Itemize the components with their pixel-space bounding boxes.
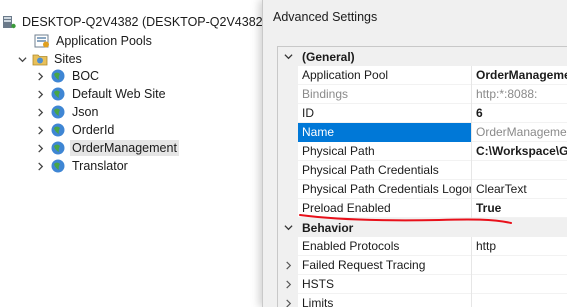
chevron-right-icon[interactable] xyxy=(34,139,46,157)
prop-value[interactable]: OrderManageme xyxy=(472,66,567,85)
site-label: Translator xyxy=(72,159,128,173)
prop-hsts[interactable]: HSTS xyxy=(278,274,567,294)
globe-icon xyxy=(50,140,66,156)
prop-value[interactable]: http xyxy=(472,237,567,256)
tree-row-server[interactable]: DESKTOP-Q2V4382 (DESKTOP-Q2V4382\CBI xyxy=(2,13,262,31)
prop-failed-request-tracing[interactable]: Failed Request Tracing xyxy=(278,255,567,275)
sites-folder-icon xyxy=(32,51,48,67)
red-underline-annotation xyxy=(299,214,512,224)
prop-name: Failed Request Tracing xyxy=(298,255,472,275)
prop-application-pool[interactable]: Application Pool OrderManageme xyxy=(278,65,567,85)
tree-row-sites[interactable]: Sites xyxy=(16,50,84,68)
chevron-right-icon[interactable] xyxy=(278,255,298,275)
globe-icon xyxy=(50,122,66,138)
prop-value[interactable]: C:\Workspace\G xyxy=(472,142,567,161)
prop-enabled-protocols[interactable]: Enabled Protocols http xyxy=(278,236,567,256)
chevron-down-icon[interactable] xyxy=(278,47,298,66)
tree-row-site-selected[interactable]: OrderManagement xyxy=(34,139,179,157)
server-icon xyxy=(2,14,16,30)
prop-value[interactable]: OrderManagemen xyxy=(472,123,567,142)
chevron-right-icon[interactable] xyxy=(34,121,46,139)
prop-name: HSTS xyxy=(298,274,472,294)
prop-name-row-selected[interactable]: Name OrderManagemen xyxy=(278,122,567,142)
sites-label: Sites xyxy=(54,52,82,66)
category-label: (General) xyxy=(302,49,355,64)
tree-row-application-pools[interactable]: Application Pools xyxy=(34,32,154,50)
prop-name: Physical Path xyxy=(298,141,472,161)
globe-icon xyxy=(50,104,66,120)
category-general[interactable]: (General) xyxy=(278,47,567,66)
chevron-right-icon[interactable] xyxy=(34,157,46,175)
prop-value[interactable] xyxy=(472,275,567,294)
prop-physical-path-credentials[interactable]: Physical Path Credentials xyxy=(278,160,567,180)
application-pools-label: Application Pools xyxy=(56,34,152,48)
chevron-right-icon[interactable] xyxy=(34,85,46,103)
prop-name: Limits xyxy=(298,293,472,307)
prop-name: Physical Path Credentials xyxy=(298,160,472,180)
prop-name: Application Pool xyxy=(298,65,472,85)
prop-name: Name xyxy=(298,122,472,142)
tree-row-site[interactable]: Json xyxy=(34,103,100,121)
prop-id[interactable]: ID 6 xyxy=(278,103,567,123)
prop-name: ID xyxy=(298,103,472,123)
server-node-label: DESKTOP-Q2V4382 (DESKTOP-Q2V4382\CBI xyxy=(22,15,262,29)
site-label: OrderManagement xyxy=(70,140,179,156)
dialog-title: Advanced Settings xyxy=(273,10,378,24)
site-label: Default Web Site xyxy=(72,87,166,101)
prop-name: Bindings xyxy=(298,84,472,104)
prop-value[interactable] xyxy=(472,161,567,180)
tree-row-site[interactable]: OrderId xyxy=(34,121,116,139)
property-grid[interactable]: (General) Application Pool OrderManageme… xyxy=(277,46,567,307)
prop-physical-path-credentials-logon[interactable]: Physical Path Credentials Logon ClearTex… xyxy=(278,179,567,199)
chevron-right-icon[interactable] xyxy=(278,293,298,307)
prop-limits[interactable]: Limits xyxy=(278,293,567,307)
globe-icon xyxy=(50,86,66,102)
prop-name: Enabled Protocols xyxy=(298,236,472,256)
connections-tree: DESKTOP-Q2V4382 (DESKTOP-Q2V4382\CBI App… xyxy=(0,0,262,307)
globe-icon xyxy=(50,68,66,84)
chevron-right-icon[interactable] xyxy=(34,67,46,85)
prop-name: Physical Path Credentials Logon xyxy=(298,179,472,199)
prop-bindings[interactable]: Bindings http:*:8088: xyxy=(278,84,567,104)
prop-value[interactable]: http:*:8088: xyxy=(472,85,567,104)
tree-row-site[interactable]: Default Web Site xyxy=(34,85,168,103)
globe-icon xyxy=(50,158,66,174)
prop-value[interactable]: 6 xyxy=(472,104,567,123)
site-label: OrderId xyxy=(72,123,115,137)
site-label: BOC xyxy=(72,69,100,83)
advanced-settings-dialog: Advanced Settings (General) Application … xyxy=(262,0,567,307)
chevron-right-icon[interactable] xyxy=(34,103,46,121)
prop-value[interactable]: ClearText xyxy=(472,180,567,199)
site-label: Json xyxy=(72,105,99,119)
tree-row-site[interactable]: BOC xyxy=(34,67,101,85)
prop-value[interactable] xyxy=(472,256,567,275)
application-pools-icon xyxy=(34,33,50,49)
chevron-down-icon[interactable] xyxy=(16,50,28,68)
prop-physical-path[interactable]: Physical Path C:\Workspace\G xyxy=(278,141,567,161)
prop-value[interactable] xyxy=(472,294,567,307)
tree-row-site[interactable]: Translator xyxy=(34,157,130,175)
chevron-down-icon[interactable] xyxy=(278,218,298,237)
chevron-right-icon[interactable] xyxy=(278,274,298,294)
